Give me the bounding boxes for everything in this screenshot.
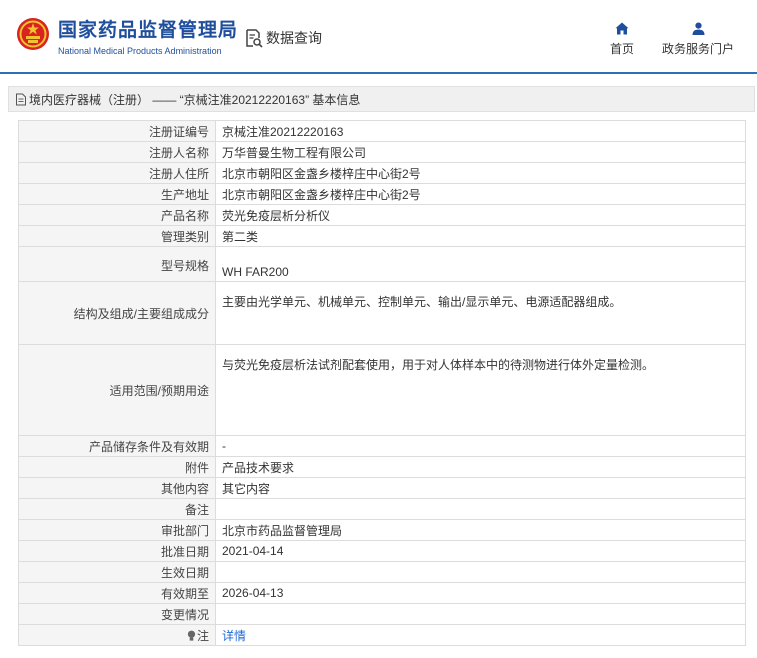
- table-row: 管理类别 第二类: [18, 225, 746, 247]
- site-header: 国家药品监督管理局 National Medical Products Admi…: [0, 0, 757, 74]
- field-value: 北京市药品监督管理局: [215, 519, 746, 541]
- table-row: 注册证编号 京械注准20212220163: [18, 120, 746, 142]
- field-value: 2021-04-14: [215, 540, 746, 562]
- brand-name-cn: 国家药品监督管理局: [58, 20, 239, 41]
- field-label: 批准日期: [18, 540, 216, 562]
- field-label: 产品名称: [18, 204, 216, 226]
- field-value: [215, 498, 746, 520]
- table-row: 注册人住所 北京市朝阳区金盏乡楼梓庄中心街2号: [18, 162, 746, 184]
- field-value: 荧光免疫层析分析仪: [215, 204, 746, 226]
- table-row: 结构及组成/主要组成成分 主要由光学单元、机械单元、控制单元、输出/显示单元、电…: [18, 281, 746, 345]
- table-row: 生产地址 北京市朝阳区金盏乡楼梓庄中心街2号: [18, 183, 746, 205]
- table-row: 注册人名称 万华普曼生物工程有限公司: [18, 141, 746, 163]
- field-value: 产品技术要求: [215, 456, 746, 478]
- field-value: 第二类: [215, 225, 746, 247]
- breadcrumb-text: 境内医疗器械（注册） —— “京械注准20212220163” 基本信息: [29, 92, 361, 107]
- table-row: 其他内容 其它内容: [18, 477, 746, 499]
- table-row: 产品名称 荧光免疫层析分析仪: [18, 204, 746, 226]
- field-value: 北京市朝阳区金盏乡楼梓庄中心街2号: [215, 183, 746, 205]
- brand[interactable]: 国家药品监督管理局 National Medical Products Admi…: [58, 20, 238, 57]
- nav-home[interactable]: 首页: [608, 22, 636, 58]
- table-row: 附件 产品技术要求: [18, 456, 746, 478]
- field-value: 万华普曼生物工程有限公司: [215, 141, 746, 163]
- field-value: 2026-04-13: [215, 582, 746, 604]
- field-label: 适用范围/预期用途: [18, 344, 216, 436]
- table-row: 产品储存条件及有效期 -: [18, 435, 746, 457]
- lightbulb-icon: [187, 630, 196, 641]
- field-label: 产品储存条件及有效期: [18, 435, 216, 457]
- user-icon: [692, 22, 704, 35]
- field-value: 主要由光学单元、机械单元、控制单元、输出/显示单元、电源适配器组成。: [215, 281, 746, 345]
- field-label: 审批部门: [18, 519, 216, 541]
- table-row: 适用范围/预期用途 与荧光免疫层析法试剂配套使用，用于对人体样本中的待测物进行体…: [18, 344, 746, 436]
- field-value: [215, 561, 746, 583]
- field-value: -: [215, 435, 746, 457]
- data-query-link[interactable]: 数据查询: [244, 28, 322, 48]
- details-link[interactable]: 详情: [222, 629, 246, 643]
- data-query-label: 数据查询: [266, 30, 322, 46]
- info-table: 注册证编号 京械注准20212220163 注册人名称 万华普曼生物工程有限公司…: [18, 120, 746, 646]
- nav-service-label: 政务服务门户: [661, 42, 734, 56]
- table-row: 变更情况: [18, 603, 746, 625]
- field-label: 注册证编号: [18, 120, 216, 142]
- national-emblem-icon: [17, 18, 49, 50]
- table-row: 注 详情: [18, 624, 746, 646]
- brand-name-en: National Medical Products Administration: [58, 46, 222, 56]
- field-label: 注册人住所: [18, 162, 216, 184]
- field-value: 北京市朝阳区金盏乡楼梓庄中心街2号: [215, 162, 746, 184]
- note-label-cell: 注: [18, 624, 216, 646]
- table-row: 有效期至 2026-04-13: [18, 582, 746, 604]
- document-icon: [16, 93, 26, 105]
- field-label: 有效期至: [18, 582, 216, 604]
- search-document-icon: [246, 29, 263, 48]
- field-label: 结构及组成/主要组成成分: [18, 281, 216, 345]
- field-label: 型号规格: [18, 246, 216, 282]
- table-row: 审批部门 北京市药品监督管理局: [18, 519, 746, 541]
- field-value: 京械注准20212220163: [215, 120, 746, 142]
- field-label: 生效日期: [18, 561, 216, 583]
- note-value-cell: 详情: [215, 624, 746, 646]
- field-value: WH FAR200: [215, 246, 746, 282]
- table-row: 批准日期 2021-04-14: [18, 540, 746, 562]
- home-icon: [615, 22, 629, 35]
- field-value: 与荧光免疫层析法试剂配套使用，用于对人体样本中的待测物进行体外定量检测。: [215, 344, 746, 436]
- field-label: 备注: [18, 498, 216, 520]
- field-label: 注册人名称: [18, 141, 216, 163]
- field-value: [215, 603, 746, 625]
- field-value: 其它内容: [215, 477, 746, 499]
- table-row: 生效日期: [18, 561, 746, 583]
- table-row: 型号规格 WH FAR200: [18, 246, 746, 282]
- nav-home-label: 首页: [609, 42, 634, 56]
- nav-service-portal[interactable]: 政务服务门户: [660, 22, 736, 58]
- field-label: 管理类别: [18, 225, 216, 247]
- field-label: 附件: [18, 456, 216, 478]
- field-label: 其他内容: [18, 477, 216, 499]
- field-label: 变更情况: [18, 603, 216, 625]
- field-label: 生产地址: [18, 183, 216, 205]
- field-label: 注: [196, 628, 209, 643]
- breadcrumb: 境内医疗器械（注册） —— “京械注准20212220163” 基本信息: [8, 86, 755, 112]
- table-row: 备注: [18, 498, 746, 520]
